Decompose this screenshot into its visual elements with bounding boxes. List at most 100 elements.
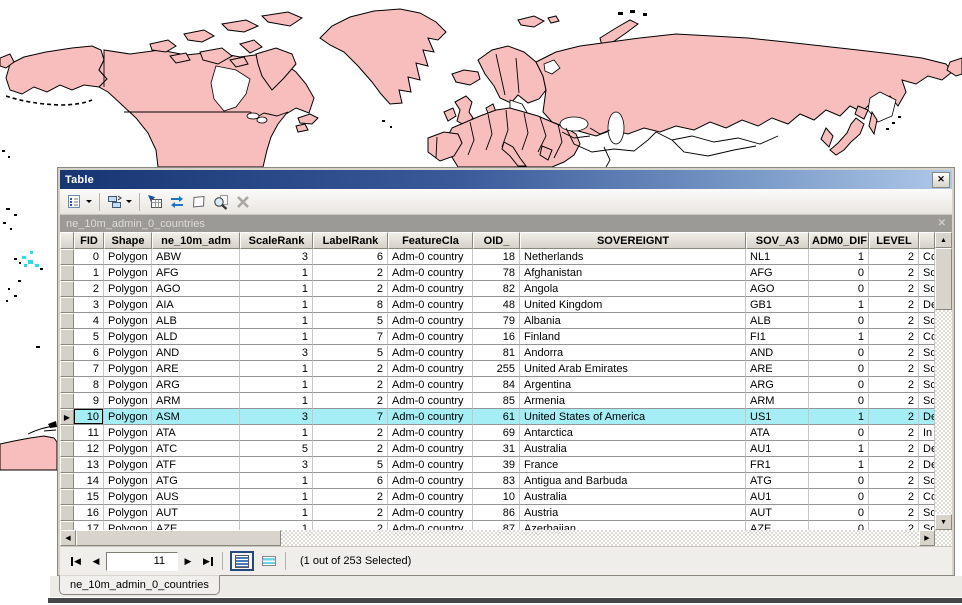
cell[interactable]: Argentina bbox=[520, 377, 746, 393]
cell[interactable]: 3 bbox=[240, 409, 313, 425]
cell[interactable]: 0 bbox=[809, 521, 869, 530]
cell[interactable]: 1 bbox=[240, 329, 313, 345]
row-selector[interactable] bbox=[60, 505, 74, 521]
cell[interactable]: United Arab Emirates bbox=[520, 361, 746, 377]
cell[interactable]: 1 bbox=[809, 457, 869, 473]
cell[interactable]: 0 bbox=[809, 377, 869, 393]
cell[interactable]: Polygon bbox=[104, 361, 152, 377]
cell[interactable]: 2 bbox=[313, 505, 388, 521]
cell[interactable]: Antarctica bbox=[520, 425, 746, 441]
cell[interactable]: 2 bbox=[869, 361, 919, 377]
cell[interactable]: ARM bbox=[746, 393, 809, 409]
row-selector[interactable] bbox=[60, 473, 74, 489]
cell[interactable]: 1 bbox=[240, 361, 313, 377]
cell[interactable]: Andorra bbox=[520, 345, 746, 361]
cell[interactable]: 3 bbox=[240, 249, 313, 265]
cell[interactable]: 84 bbox=[473, 377, 520, 393]
cell[interactable]: France bbox=[520, 457, 746, 473]
row-selector[interactable] bbox=[60, 441, 74, 457]
cell[interactable]: Polygon bbox=[104, 457, 152, 473]
cell[interactable]: Adm-0 country bbox=[388, 473, 473, 489]
cell[interactable]: 6 bbox=[313, 249, 388, 265]
cell[interactable]: ATC bbox=[152, 441, 240, 457]
cell[interactable]: 0 bbox=[74, 249, 104, 265]
cell[interactable]: US1 bbox=[746, 409, 809, 425]
first-record-button[interactable]: ◀ bbox=[66, 552, 86, 570]
cell[interactable]: De bbox=[919, 409, 935, 425]
cell[interactable]: 9 bbox=[74, 393, 104, 409]
cell[interactable]: 10 bbox=[473, 489, 520, 505]
cell[interactable]: Polygon bbox=[104, 281, 152, 297]
cell[interactable]: 2 bbox=[869, 297, 919, 313]
cell[interactable]: 1 bbox=[74, 265, 104, 281]
cell[interactable]: 2 bbox=[313, 281, 388, 297]
cell[interactable]: 8 bbox=[74, 377, 104, 393]
cell[interactable]: So bbox=[919, 313, 935, 329]
cell[interactable]: 1 bbox=[240, 473, 313, 489]
cell[interactable]: 8 bbox=[313, 297, 388, 313]
cell[interactable]: Austria bbox=[520, 505, 746, 521]
cell[interactable]: 2 bbox=[869, 377, 919, 393]
cell[interactable]: 1 bbox=[240, 521, 313, 530]
cell[interactable]: So bbox=[919, 521, 935, 530]
cell[interactable]: 0 bbox=[809, 361, 869, 377]
cell[interactable]: 12 bbox=[74, 441, 104, 457]
column-header-Shape[interactable]: Shape bbox=[104, 232, 152, 249]
cell[interactable]: AZE bbox=[152, 521, 240, 530]
cell[interactable]: 0 bbox=[809, 265, 869, 281]
cell[interactable]: So bbox=[919, 473, 935, 489]
cell[interactable]: 2 bbox=[313, 489, 388, 505]
cell[interactable]: 2 bbox=[869, 473, 919, 489]
row-selector[interactable] bbox=[60, 457, 74, 473]
show-all-records-button[interactable] bbox=[230, 551, 254, 571]
cell[interactable]: Polygon bbox=[104, 329, 152, 345]
cell[interactable]: Adm-0 country bbox=[388, 489, 473, 505]
cell[interactable]: 2 bbox=[869, 505, 919, 521]
horizontal-scroll-thumb[interactable] bbox=[76, 530, 281, 546]
cell[interactable]: 2 bbox=[869, 265, 919, 281]
cell[interactable]: ASM bbox=[152, 409, 240, 425]
cell[interactable]: Finland bbox=[520, 329, 746, 345]
column-header-FeatureCla[interactable]: FeatureCla bbox=[388, 232, 473, 249]
cell[interactable]: ARG bbox=[152, 377, 240, 393]
cell[interactable]: ARM bbox=[152, 393, 240, 409]
cell[interactable]: 2 bbox=[869, 313, 919, 329]
zoom-to-selected-button[interactable] bbox=[211, 192, 231, 212]
row-selector[interactable] bbox=[60, 297, 74, 313]
cell[interactable]: Polygon bbox=[104, 425, 152, 441]
cell[interactable]: 15 bbox=[74, 489, 104, 505]
close-icon[interactable]: ✕ bbox=[932, 172, 950, 188]
scroll-left-icon[interactable]: ◀ bbox=[60, 530, 76, 546]
cell[interactable]: 61 bbox=[473, 409, 520, 425]
last-record-button[interactable]: ▶ bbox=[198, 552, 218, 570]
cell[interactable]: 81 bbox=[473, 345, 520, 361]
cell[interactable]: 0 bbox=[809, 393, 869, 409]
cell[interactable]: 18 bbox=[473, 249, 520, 265]
cell[interactable]: 1 bbox=[240, 265, 313, 281]
cell[interactable]: 78 bbox=[473, 265, 520, 281]
cell[interactable]: 2 bbox=[869, 441, 919, 457]
cell[interactable]: ARE bbox=[746, 361, 809, 377]
cell[interactable]: 16 bbox=[74, 505, 104, 521]
cell[interactable]: 2 bbox=[313, 521, 388, 530]
cell[interactable]: Afghanistan bbox=[520, 265, 746, 281]
cell[interactable]: 5 bbox=[313, 457, 388, 473]
column-header-OID_[interactable]: OID_ bbox=[473, 232, 520, 249]
cell[interactable]: 1 bbox=[240, 313, 313, 329]
cell[interactable]: 7 bbox=[313, 409, 388, 425]
cell[interactable]: Adm-0 country bbox=[388, 281, 473, 297]
layer-close-icon[interactable]: ✕ bbox=[938, 218, 946, 229]
cell[interactable]: Australia bbox=[520, 441, 746, 457]
cell[interactable]: Adm-0 country bbox=[388, 265, 473, 281]
cell[interactable]: 2 bbox=[869, 409, 919, 425]
column-header-ADM0_DIF[interactable]: ADM0_DIF bbox=[809, 232, 869, 249]
cell[interactable]: AU1 bbox=[746, 441, 809, 457]
cell[interactable]: 2 bbox=[313, 377, 388, 393]
vertical-scroll-thumb[interactable] bbox=[935, 248, 952, 310]
cell[interactable]: 1 bbox=[240, 505, 313, 521]
table-tab[interactable]: ne_10m_admin_0_countries bbox=[59, 575, 220, 595]
cell[interactable]: 16 bbox=[473, 329, 520, 345]
cell[interactable]: AGO bbox=[152, 281, 240, 297]
cell[interactable]: 2 bbox=[869, 521, 919, 530]
cell[interactable]: 1 bbox=[809, 409, 869, 425]
